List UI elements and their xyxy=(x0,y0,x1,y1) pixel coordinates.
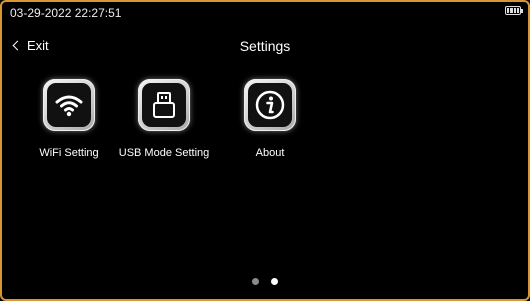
page-title: Settings xyxy=(239,38,291,54)
usb-icon xyxy=(138,79,190,131)
battery-full-icon xyxy=(505,6,523,15)
page-dot-1[interactable] xyxy=(252,278,259,285)
wifi-icon xyxy=(43,79,95,131)
page-dot-2[interactable] xyxy=(271,278,278,285)
wifi-setting-tile[interactable]: WiFi Setting xyxy=(14,79,124,159)
device-screen: 03-29-2022 22:27:51 Exit Settings WiFi S… xyxy=(0,0,530,301)
status-bar: 03-29-2022 22:27:51 xyxy=(2,2,528,24)
nav-bar: Exit Settings xyxy=(2,36,528,60)
wifi-setting-label: WiFi Setting xyxy=(39,147,99,159)
info-icon xyxy=(244,79,296,131)
page-indicator xyxy=(2,278,528,285)
datetime: 03-29-2022 22:27:51 xyxy=(10,6,122,20)
usb-mode-setting-label: USB Mode Setting xyxy=(118,147,210,159)
usb-mode-setting-tile[interactable]: USB Mode Setting xyxy=(109,79,219,159)
about-label: About xyxy=(255,147,285,159)
about-tile[interactable]: About xyxy=(215,79,325,159)
